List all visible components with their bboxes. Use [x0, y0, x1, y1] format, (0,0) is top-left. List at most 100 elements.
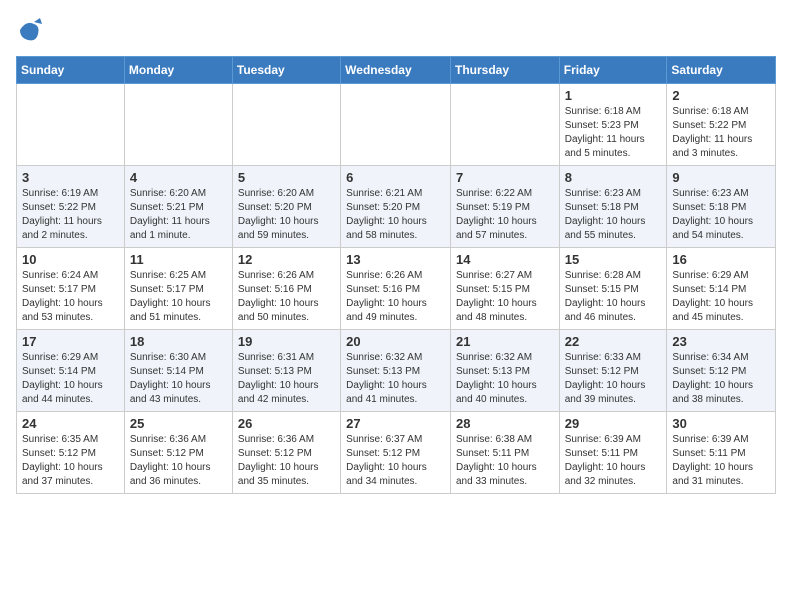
day-number: 5 [238, 170, 335, 185]
day-info: Sunrise: 6:39 AM Sunset: 5:11 PM Dayligh… [672, 433, 770, 489]
day-info: Sunrise: 6:32 AM Sunset: 5:13 PM Dayligh… [456, 351, 554, 407]
day-info: Sunrise: 6:20 AM Sunset: 5:21 PM Dayligh… [130, 187, 227, 243]
day-number: 9 [672, 170, 770, 185]
day-info: Sunrise: 6:36 AM Sunset: 5:12 PM Dayligh… [238, 433, 335, 489]
day-cell: 16 Sunrise: 6:29 AM Sunset: 5:14 PM Dayli… [667, 248, 776, 330]
day-cell: 25 Sunrise: 6:36 AM Sunset: 5:12 PM Dayli… [124, 412, 232, 494]
day-info: Sunrise: 6:30 AM Sunset: 5:14 PM Dayligh… [130, 351, 227, 407]
day-info: Sunrise: 6:23 AM Sunset: 5:18 PM Dayligh… [565, 187, 662, 243]
day-info: Sunrise: 6:32 AM Sunset: 5:13 PM Dayligh… [346, 351, 445, 407]
day-info: Sunrise: 6:37 AM Sunset: 5:12 PM Dayligh… [346, 433, 445, 489]
page-header [16, 16, 776, 44]
day-cell: 12Sunrise: 6:26 AM Sunset: 5:16 PM Dayli… [232, 248, 340, 330]
day-number: 21 [456, 334, 554, 349]
day-info: Sunrise: 6:31 AM Sunset: 5:13 PM Dayligh… [238, 351, 335, 407]
day-cell: 5Sunrise: 6:20 AM Sunset: 5:20 PM Daylig… [232, 166, 340, 248]
day-cell: 26 Sunrise: 6:36 AM Sunset: 5:12 PM Dayli… [232, 412, 340, 494]
day-info: Sunrise: 6:27 AM Sunset: 5:15 PM Dayligh… [456, 269, 554, 325]
day-info: Sunrise: 6:18 AM Sunset: 5:23 PM Dayligh… [565, 105, 662, 161]
day-number: 20 [346, 334, 445, 349]
logo [16, 16, 48, 44]
day-cell: 3 Sunrise: 6:19 AM Sunset: 5:22 PM Daylig… [17, 166, 125, 248]
day-cell: 4 Sunrise: 6:20 AM Sunset: 5:21 PM Daylig… [124, 166, 232, 248]
day-number: 12 [238, 252, 335, 267]
day-number: 25 [130, 416, 227, 431]
day-cell: 1 Sunrise: 6:18 AM Sunset: 5:23 PM Daylig… [559, 84, 667, 166]
week-row-3: 10 Sunrise: 6:24 AM Sunset: 5:17 PM Dayli… [17, 248, 776, 330]
day-number: 6 [346, 170, 445, 185]
day-number: 10 [22, 252, 119, 267]
day-info: Sunrise: 6:33 AM Sunset: 5:12 PM Dayligh… [565, 351, 662, 407]
day-cell [450, 84, 559, 166]
day-number: 18 [130, 334, 227, 349]
logo-icon [16, 16, 44, 44]
day-cell: 6Sunrise: 6:21 AM Sunset: 5:20 PM Daylig… [341, 166, 451, 248]
day-number: 7 [456, 170, 554, 185]
day-cell: 27 Sunrise: 6:37 AM Sunset: 5:12 PM Dayli… [341, 412, 451, 494]
day-number: 17 [22, 334, 119, 349]
day-number: 8 [565, 170, 662, 185]
day-number: 16 [672, 252, 770, 267]
day-number: 26 [238, 416, 335, 431]
day-info: Sunrise: 6:34 AM Sunset: 5:12 PM Dayligh… [672, 351, 770, 407]
col-header-monday: Monday [124, 57, 232, 84]
col-header-wednesday: Wednesday [341, 57, 451, 84]
calendar-table: SundayMondayTuesdayWednesdayThursdayFrid… [16, 56, 776, 494]
day-cell [17, 84, 125, 166]
week-row-5: 24 Sunrise: 6:35 AM Sunset: 5:12 PM Dayli… [17, 412, 776, 494]
day-info: Sunrise: 6:24 AM Sunset: 5:17 PM Dayligh… [22, 269, 119, 325]
col-header-sunday: Sunday [17, 57, 125, 84]
day-number: 27 [346, 416, 445, 431]
day-cell: 19 Sunrise: 6:31 AM Sunset: 5:13 PM Dayli… [232, 330, 340, 412]
day-info: Sunrise: 6:25 AM Sunset: 5:17 PM Dayligh… [130, 269, 227, 325]
week-row-1: 1 Sunrise: 6:18 AM Sunset: 5:23 PM Daylig… [17, 84, 776, 166]
day-info: Sunrise: 6:19 AM Sunset: 5:22 PM Dayligh… [22, 187, 119, 243]
col-header-tuesday: Tuesday [232, 57, 340, 84]
week-row-4: 17 Sunrise: 6:29 AM Sunset: 5:14 PM Dayli… [17, 330, 776, 412]
day-cell: 23 Sunrise: 6:34 AM Sunset: 5:12 PM Dayli… [667, 330, 776, 412]
day-info: Sunrise: 6:39 AM Sunset: 5:11 PM Dayligh… [565, 433, 662, 489]
day-info: Sunrise: 6:38 AM Sunset: 5:11 PM Dayligh… [456, 433, 554, 489]
week-row-2: 3 Sunrise: 6:19 AM Sunset: 5:22 PM Daylig… [17, 166, 776, 248]
day-info: Sunrise: 6:28 AM Sunset: 5:15 PM Dayligh… [565, 269, 662, 325]
day-number: 14 [456, 252, 554, 267]
day-number: 19 [238, 334, 335, 349]
day-info: Sunrise: 6:29 AM Sunset: 5:14 PM Dayligh… [22, 351, 119, 407]
day-number: 1 [565, 88, 662, 103]
day-info: Sunrise: 6:36 AM Sunset: 5:12 PM Dayligh… [130, 433, 227, 489]
day-cell: 8 Sunrise: 6:23 AM Sunset: 5:18 PM Daylig… [559, 166, 667, 248]
day-cell: 22 Sunrise: 6:33 AM Sunset: 5:12 PM Dayli… [559, 330, 667, 412]
day-info: Sunrise: 6:22 AM Sunset: 5:19 PM Dayligh… [456, 187, 554, 243]
day-number: 15 [565, 252, 662, 267]
day-info: Sunrise: 6:26 AM Sunset: 5:16 PM Dayligh… [346, 269, 445, 325]
day-cell: 17 Sunrise: 6:29 AM Sunset: 5:14 PM Dayli… [17, 330, 125, 412]
day-cell [341, 84, 451, 166]
header-row: SundayMondayTuesdayWednesdayThursdayFrid… [17, 57, 776, 84]
day-number: 2 [672, 88, 770, 103]
day-info: Sunrise: 6:23 AM Sunset: 5:18 PM Dayligh… [672, 187, 770, 243]
day-cell: 24 Sunrise: 6:35 AM Sunset: 5:12 PM Dayli… [17, 412, 125, 494]
day-number: 11 [130, 252, 227, 267]
day-info: Sunrise: 6:18 AM Sunset: 5:22 PM Dayligh… [672, 105, 770, 161]
day-cell: 14 Sunrise: 6:27 AM Sunset: 5:15 PM Dayli… [450, 248, 559, 330]
day-number: 29 [565, 416, 662, 431]
day-cell [124, 84, 232, 166]
day-number: 24 [22, 416, 119, 431]
day-number: 13 [346, 252, 445, 267]
day-cell: 10 Sunrise: 6:24 AM Sunset: 5:17 PM Dayli… [17, 248, 125, 330]
day-number: 3 [22, 170, 119, 185]
col-header-friday: Friday [559, 57, 667, 84]
day-cell: 13 Sunrise: 6:26 AM Sunset: 5:16 PM Dayli… [341, 248, 451, 330]
day-cell: 20 Sunrise: 6:32 AM Sunset: 5:13 PM Dayli… [341, 330, 451, 412]
day-cell: 15 Sunrise: 6:28 AM Sunset: 5:15 PM Dayli… [559, 248, 667, 330]
day-number: 22 [565, 334, 662, 349]
day-cell: 11 Sunrise: 6:25 AM Sunset: 5:17 PM Dayli… [124, 248, 232, 330]
day-number: 4 [130, 170, 227, 185]
day-info: Sunrise: 6:35 AM Sunset: 5:12 PM Dayligh… [22, 433, 119, 489]
day-number: 30 [672, 416, 770, 431]
day-number: 23 [672, 334, 770, 349]
day-cell: 18 Sunrise: 6:30 AM Sunset: 5:14 PM Dayli… [124, 330, 232, 412]
day-info: Sunrise: 6:29 AM Sunset: 5:14 PM Dayligh… [672, 269, 770, 325]
day-cell: 28Sunrise: 6:38 AM Sunset: 5:11 PM Dayli… [450, 412, 559, 494]
day-cell: 9 Sunrise: 6:23 AM Sunset: 5:18 PM Daylig… [667, 166, 776, 248]
